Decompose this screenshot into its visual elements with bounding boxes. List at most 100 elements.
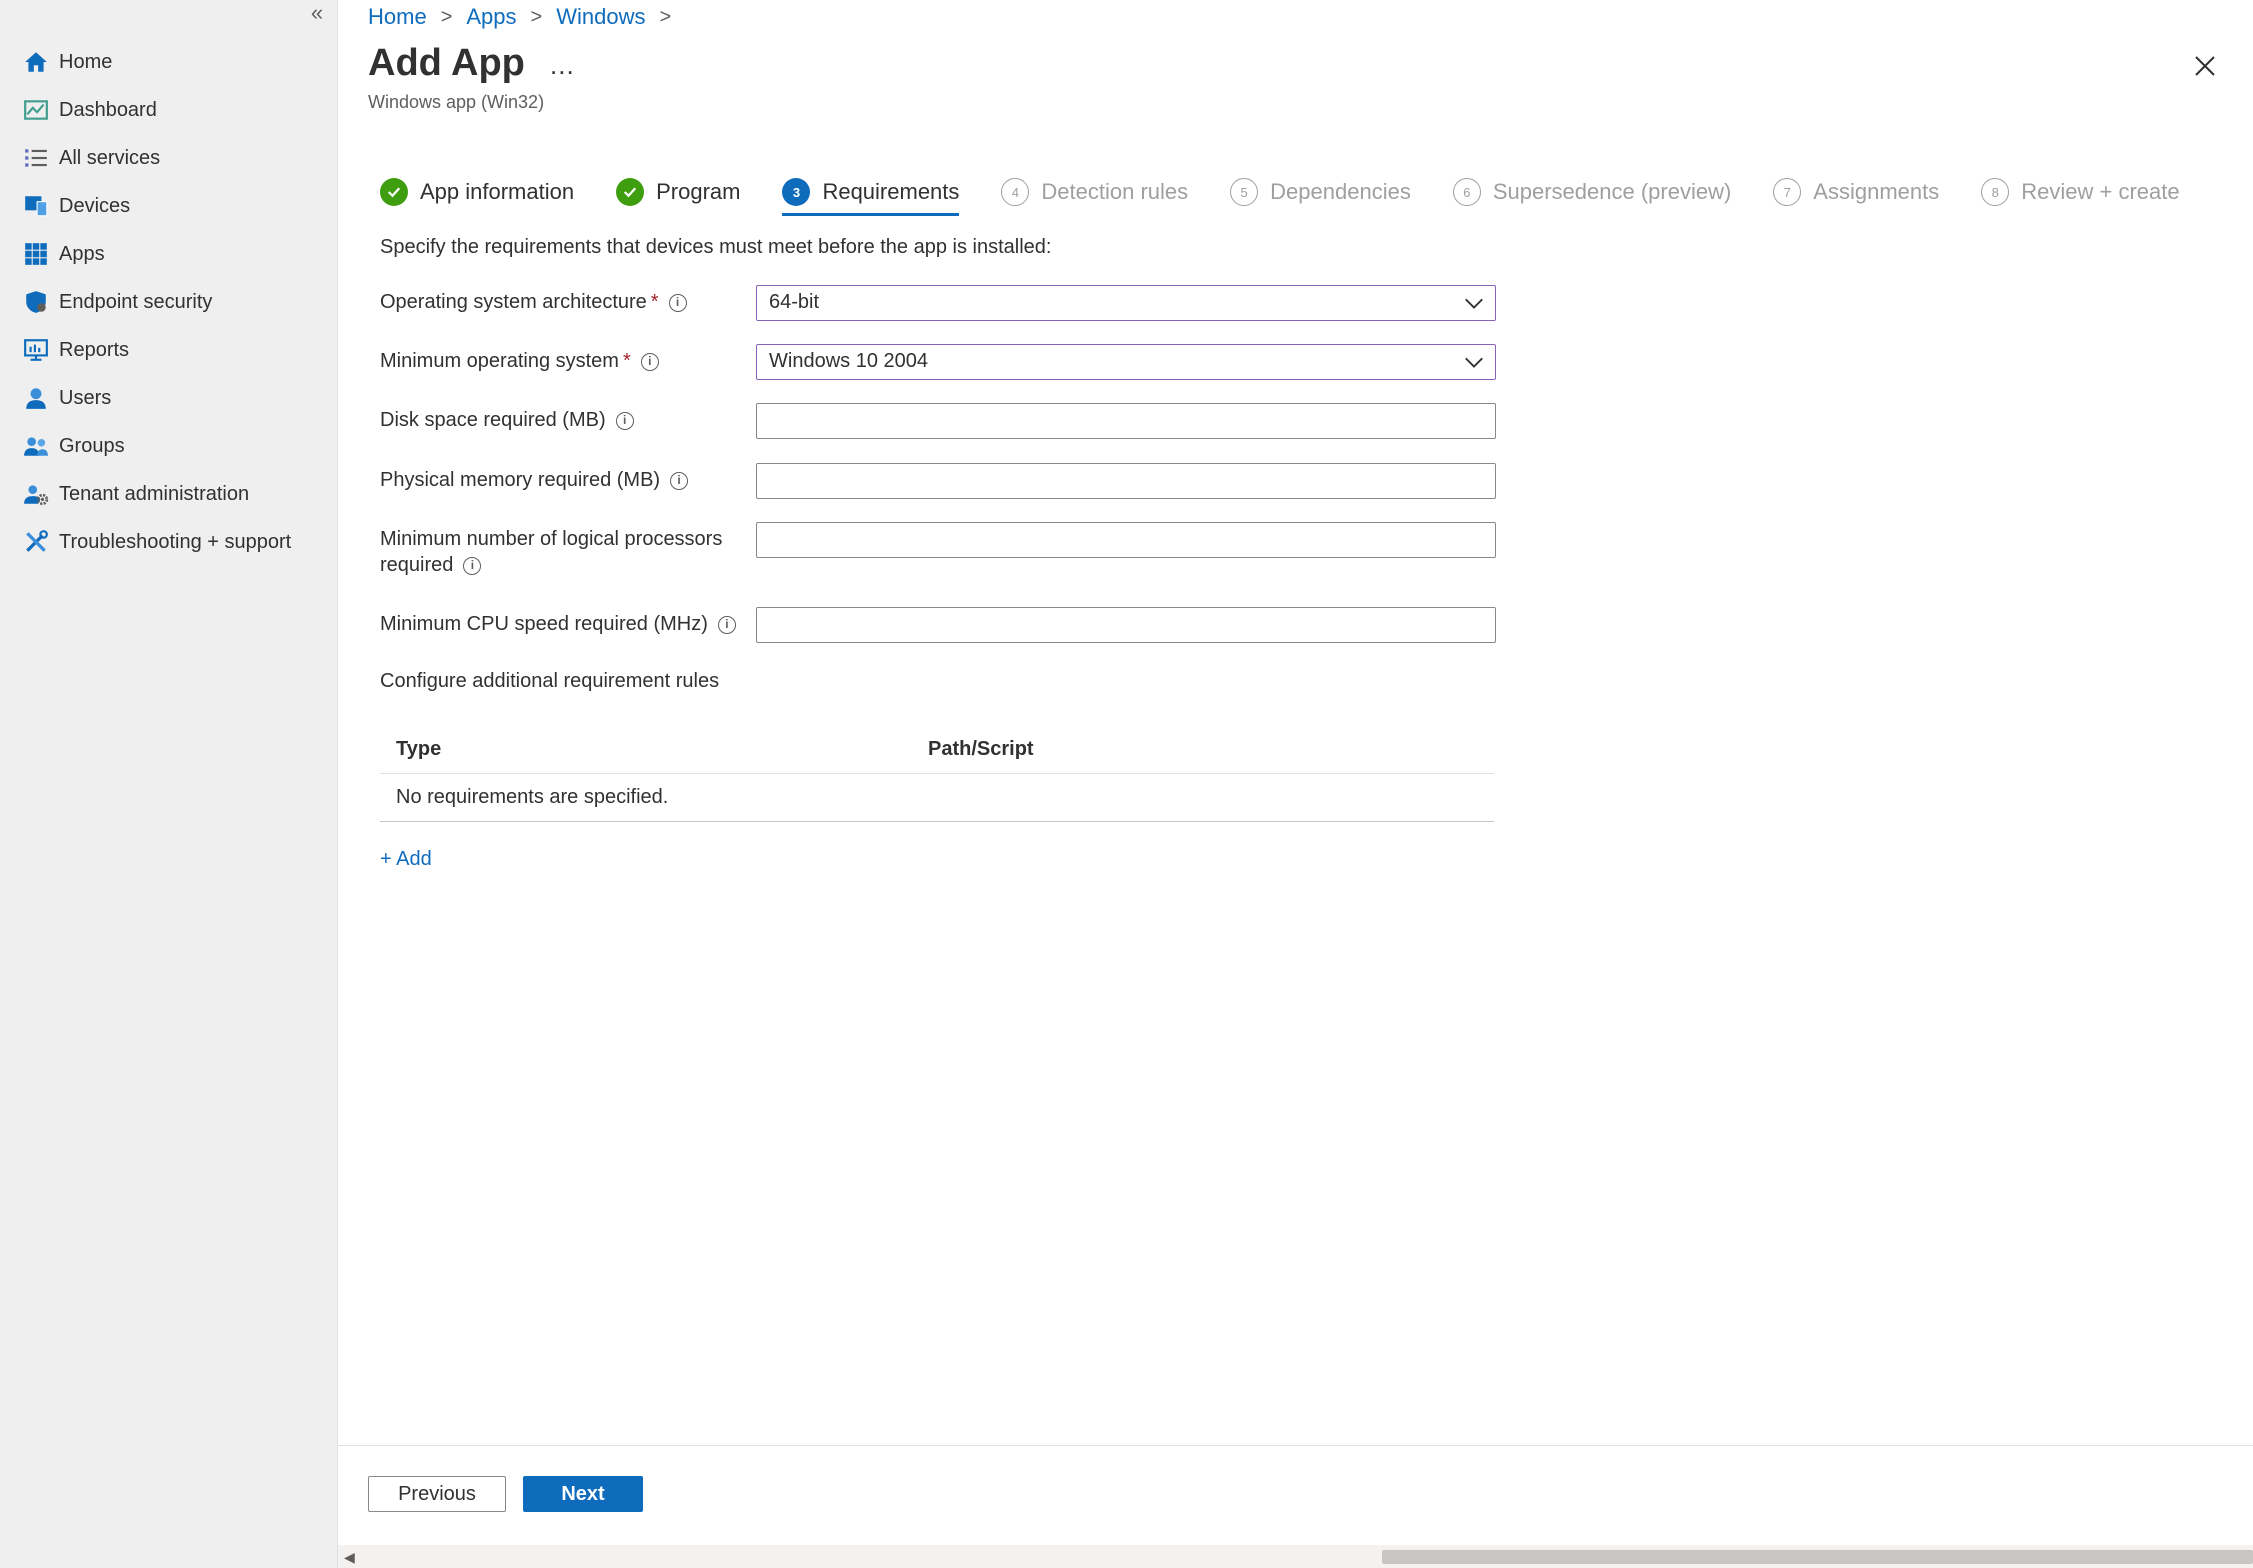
list-icon <box>22 144 50 172</box>
sidebar-item-devices[interactable]: Devices <box>0 182 338 230</box>
info-icon[interactable]: i <box>640 352 659 371</box>
step-label: Supersedence (preview) <box>1492 179 1732 204</box>
sidebar-item-label: Groups <box>59 434 125 457</box>
sidebar-item-apps[interactable]: Apps <box>0 230 338 278</box>
step-number-badge: 7 <box>1773 178 1802 206</box>
devices-icon <box>22 192 50 220</box>
info-icon[interactable]: i <box>668 293 687 312</box>
sidebar: « Home Dashboard All services Devices Ap… <box>0 0 338 1568</box>
user-icon <box>22 384 50 412</box>
sidebar-item-label: Apps <box>59 242 105 265</box>
tab-supersedence[interactable]: 6 Supersedence (preview) <box>1452 168 1732 216</box>
logical-processors-label: Minimum number of logical processors <box>380 528 723 550</box>
scrollbar-thumb[interactable] <box>1382 1550 2253 1564</box>
breadcrumb-apps[interactable]: Apps <box>466 4 516 30</box>
field-label: Minimum CPU speed required (MHz) i <box>380 611 760 637</box>
sidebar-item-dashboard[interactable]: Dashboard <box>0 86 338 134</box>
step-label: Dependencies <box>1270 179 1411 204</box>
check-circle-icon <box>616 178 645 206</box>
chevron-right-icon: > <box>440 5 453 28</box>
sidebar-item-all-services[interactable]: All services <box>0 134 338 182</box>
info-icon[interactable]: i <box>463 556 482 575</box>
sidebar-item-tenant-administration[interactable]: Tenant administration <box>0 470 338 518</box>
empty-message: No requirements are specified. <box>396 786 669 808</box>
field-label: Disk space required (MB) i <box>380 407 740 433</box>
minimum-os-label: Minimum operating system <box>380 350 619 372</box>
step-label: Review + create <box>2021 179 2180 204</box>
breadcrumb-home[interactable]: Home <box>368 4 427 30</box>
sidebar-item-users[interactable]: Users <box>0 374 338 422</box>
logical-processors-label-cont: required <box>380 554 454 576</box>
requirement-rules-table: Type Path/Script No requirements are spe… <box>380 726 1494 822</box>
step-number-badge: 8 <box>1981 178 2010 206</box>
field-label: Physical memory required (MB) i <box>380 467 740 493</box>
tab-program[interactable]: Program <box>616 168 740 216</box>
sidebar-item-label: Users <box>59 386 112 409</box>
groups-icon <box>22 432 50 460</box>
physical-memory-input[interactable] <box>756 463 1496 499</box>
close-icon[interactable] <box>2193 54 2217 78</box>
tab-review-create[interactable]: 8 Review + create <box>1981 168 2180 216</box>
check-circle-icon <box>380 178 408 206</box>
tab-dependencies[interactable]: 5 Dependencies <box>1230 168 1411 216</box>
tab-app-information[interactable]: App information <box>380 168 574 216</box>
field-label: Operating system architecture * i <box>380 289 740 315</box>
sidebar-item-troubleshooting[interactable]: Troubleshooting + support <box>0 518 338 566</box>
double-chevron-left-icon[interactable]: « <box>306 2 328 24</box>
physical-memory-label: Physical memory required (MB) <box>380 469 661 491</box>
os-architecture-label: Operating system architecture <box>380 291 647 313</box>
disk-space-label: Disk space required (MB) <box>380 409 606 431</box>
os-architecture-select[interactable]: 64-bit <box>756 285 1496 321</box>
step-label: Detection rules <box>1041 179 1189 204</box>
sidebar-item-endpoint-security[interactable]: Endpoint security <box>0 278 338 326</box>
table-row: No requirements are specified. <box>380 774 1494 822</box>
logical-processors-input[interactable] <box>756 522 1496 558</box>
sidebar-item-label: Dashboard <box>59 98 157 121</box>
reports-icon <box>22 336 50 364</box>
cpu-speed-input[interactable] <box>756 607 1496 643</box>
field-label: Minimum operating system * i <box>380 348 740 374</box>
sidebar-nav: Home Dashboard All services Devices Apps <box>0 38 338 566</box>
sidebar-item-label: All services <box>59 146 161 169</box>
sidebar-item-groups[interactable]: Groups <box>0 422 338 470</box>
add-rule-link[interactable]: + Add <box>380 848 432 871</box>
info-icon[interactable]: i <box>615 411 634 430</box>
horizontal-scrollbar[interactable]: ◀ <box>338 1545 2253 1568</box>
tab-requirements[interactable]: 3 Requirements <box>782 168 959 216</box>
minimum-os-value: Windows 10 2004 <box>769 350 928 372</box>
sidebar-item-label: Devices <box>59 194 131 217</box>
additional-rules-heading: Configure additional requirement rules <box>380 670 720 692</box>
step-label: Requirements <box>822 179 960 204</box>
shield-icon <box>22 288 50 316</box>
minimum-os-select[interactable]: Windows 10 2004 <box>756 344 1496 380</box>
apps-grid-icon <box>22 240 50 268</box>
step-number-badge: 6 <box>1452 178 1481 206</box>
scroll-left-icon[interactable]: ◀ <box>344 1549 355 1566</box>
next-button[interactable]: Next <box>523 1476 643 1512</box>
page-title: Add App <box>368 42 525 84</box>
tab-detection-rules[interactable]: 4 Detection rules <box>1001 168 1188 216</box>
wizard-steps: App information Program 3 Requirements 4… <box>380 168 2222 216</box>
os-architecture-value: 64-bit <box>769 291 820 313</box>
sidebar-item-label: Tenant administration <box>59 482 250 505</box>
step-number-badge: 5 <box>1230 178 1259 206</box>
table-header: Type Path/Script <box>380 726 1494 774</box>
info-icon[interactable]: i <box>717 615 736 634</box>
footer-bar: Previous Next <box>338 1445 2253 1545</box>
column-header-path-script: Path/Script <box>928 738 1034 760</box>
previous-button[interactable]: Previous <box>368 1476 506 1512</box>
sidebar-item-home[interactable]: Home <box>0 38 338 86</box>
breadcrumb-windows[interactable]: Windows <box>556 4 645 30</box>
step-label: Program <box>656 179 741 204</box>
form-description: Specify the requirements that devices mu… <box>380 236 1052 258</box>
main-panel: Home > Apps > Windows > Add App ... Wind… <box>338 0 2253 1568</box>
tab-assignments[interactable]: 7 Assignments <box>1773 168 1939 216</box>
column-header-type: Type <box>396 738 442 760</box>
sidebar-item-label: Home <box>59 50 113 73</box>
sidebar-item-reports[interactable]: Reports <box>0 326 338 374</box>
page-subtitle: Windows app (Win32) <box>368 92 545 112</box>
disk-space-input[interactable] <box>756 403 1496 439</box>
info-icon[interactable]: i <box>670 471 689 490</box>
home-icon <box>22 48 50 76</box>
more-options-icon[interactable]: ... <box>550 50 575 81</box>
